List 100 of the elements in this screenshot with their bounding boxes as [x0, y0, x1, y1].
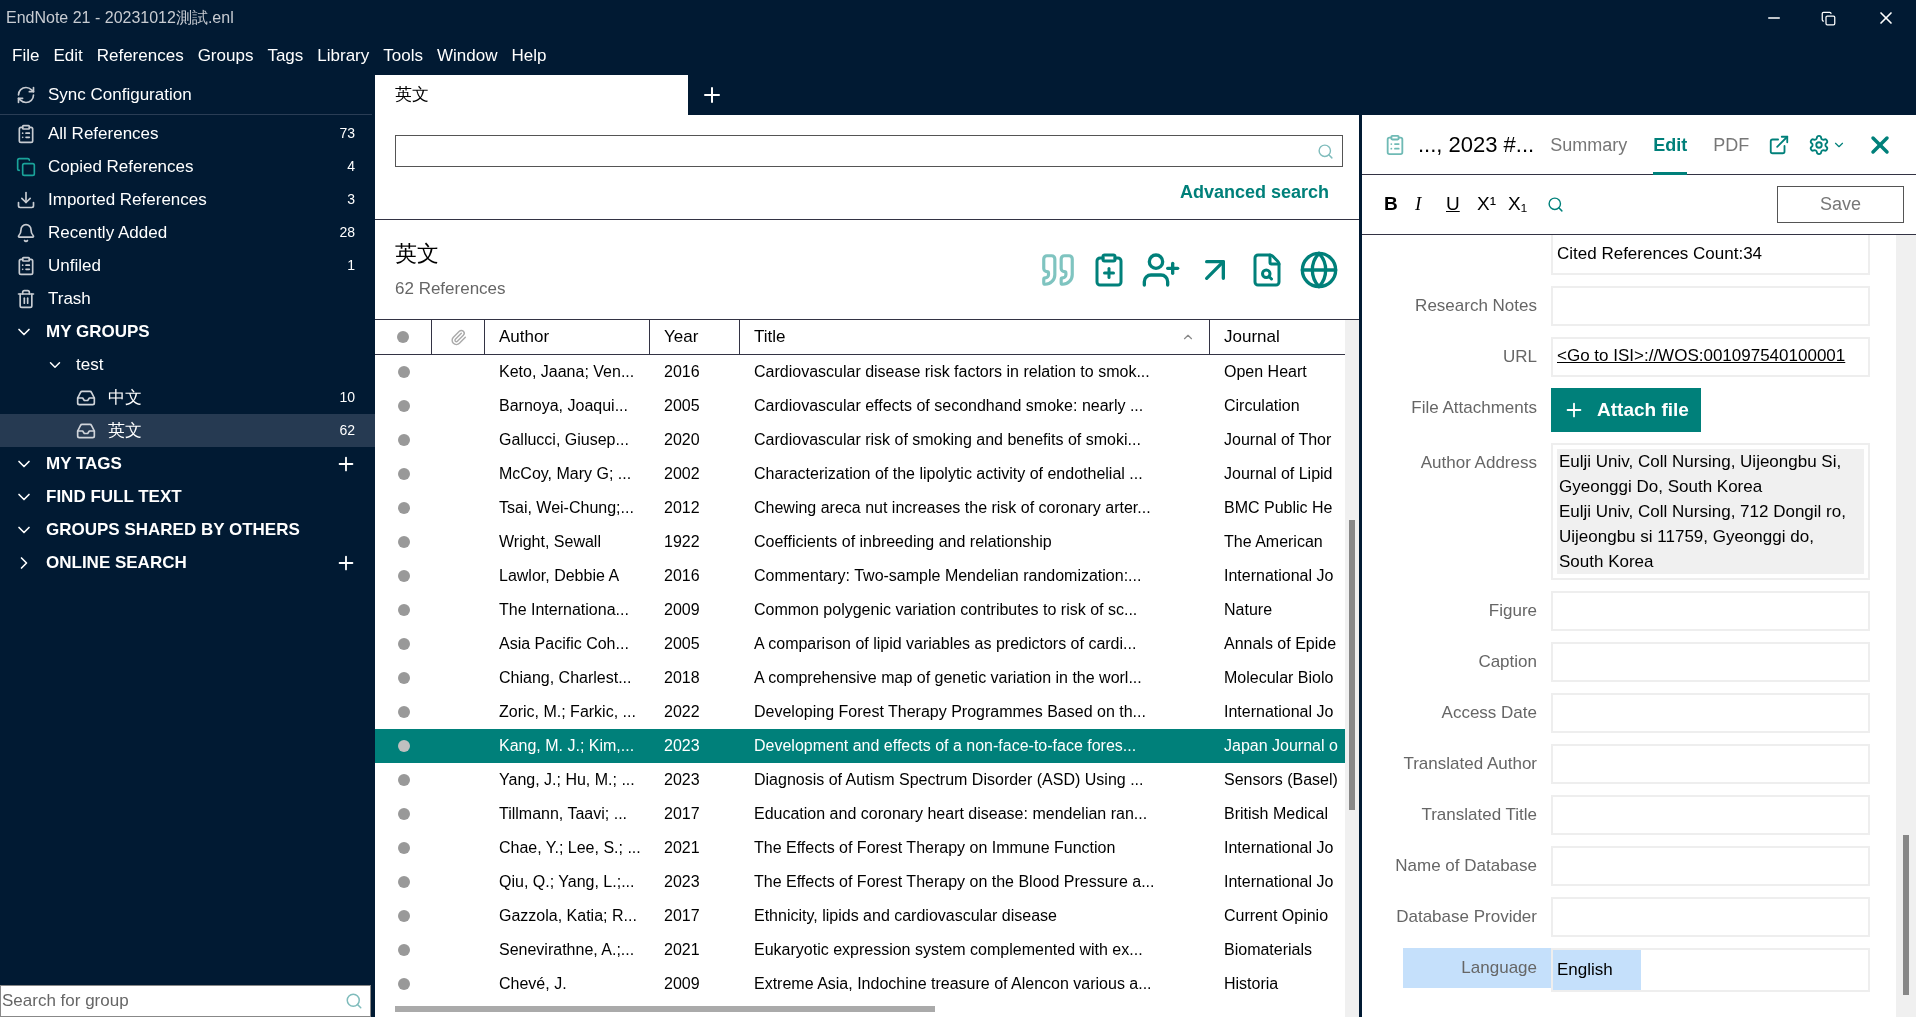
- settings-icon[interactable]: [1808, 133, 1830, 156]
- field-input[interactable]: Cited References Count:34: [1551, 235, 1870, 275]
- menu-item[interactable]: Library: [317, 42, 370, 69]
- vertical-scrollbar[interactable]: [1349, 520, 1355, 810]
- title-cell: Diagnosis of Autism Spectrum Disorder (ASD) Using ...: [754, 771, 1144, 788]
- collection-label: Copied References: [48, 155, 194, 178]
- menu-item[interactable]: Tools: [383, 42, 423, 69]
- title-cell: Characterization of the lipolytic activity of endothelial ...: [754, 465, 1143, 482]
- section-heading[interactable]: FIND FULL TEXT: [46, 483, 182, 510]
- menu-item[interactable]: Edit: [53, 42, 83, 69]
- read-status-icon[interactable]: [397, 331, 409, 343]
- journal-cell: Sensors (Basel): [1224, 771, 1338, 788]
- reference-row[interactable]: Barnoya, Joaqui... 2005 Cardiovascular effects of secondhand smoke: nearly ... Circulation: [375, 389, 1345, 423]
- paperclip-icon[interactable]: [449, 328, 467, 346]
- section-heading[interactable]: MY TAGS: [46, 450, 122, 477]
- collection-label: Trash: [48, 287, 91, 310]
- group-label: 英文: [108, 419, 142, 442]
- reference-row[interactable]: Kang, M. J.; Kim,... 2023 Development and effects of a non-face-to-face fores... Japan Journal o: [375, 729, 1345, 763]
- reference-row[interactable]: Chae, Y.; Lee, S.; ... 2021 The Effects of Forest Therapy on Immune Function International Jo: [375, 831, 1345, 865]
- format-button[interactable]: X₁: [1508, 190, 1539, 219]
- reference-row[interactable]: Lawlor, Debbie A 2016 Commentary: Two-sample Mendelian randomization:... International Jo: [375, 559, 1345, 593]
- reference-collection-item[interactable]: All References 73: [0, 117, 375, 150]
- restore-icon[interactable]: [1821, 10, 1836, 26]
- group-search-field[interactable]: Search for group: [0, 985, 371, 1017]
- download-icon: [16, 189, 36, 210]
- author-cell: Zoric, M.; Farkic, ...: [499, 703, 636, 720]
- panel-tab[interactable]: Edit: [1653, 114, 1688, 175]
- column-header[interactable]: Author: [485, 320, 650, 354]
- reference-row[interactable]: Zoric, M.; Farkic, ... 2022 Developing Forest Therapy Programmes Based on th... International Jo: [375, 695, 1345, 729]
- advanced-search-link[interactable]: Advanced search: [1179, 179, 1329, 206]
- attach-file-button[interactable]: Attach file: [1551, 388, 1701, 432]
- vertical-scrollbar[interactable]: [1903, 835, 1909, 995]
- reference-row[interactable]: McCoy, Mary G; ... 2002 Characterization of the lipolytic activity of endothelial ... Journal of Lipid: [375, 457, 1345, 491]
- reference-row[interactable]: The Internationa... 2009 Common polygenic variation contributes to risk of sc... Nature: [375, 593, 1345, 627]
- column-header[interactable]: Title: [740, 320, 1210, 354]
- author-address-value[interactable]: Eulji Univ, Coll Nursing, Uijeongbu Si, Gyeonggi Do, South Korea Eulji Univ, Coll Nursing, 712 Dongil ro, Uijeongbu si 11759, Gyeonggi do, South Korea: [1557, 449, 1864, 574]
- menu-item[interactable]: File: [12, 42, 40, 69]
- author-cell: Wright, Sewall: [499, 533, 601, 550]
- year-cell: 2017: [664, 805, 700, 822]
- year-cell: 2012: [664, 499, 700, 516]
- menu-item[interactable]: Tags: [267, 42, 304, 69]
- title-cell: A comparison of lipid variables as predictors of cardi...: [754, 635, 1137, 652]
- save-button[interactable]: Save: [1777, 186, 1904, 223]
- menu-item[interactable]: References: [96, 42, 184, 69]
- year-cell: 2023: [664, 873, 700, 890]
- section-heading[interactable]: ONLINE SEARCH: [46, 549, 187, 576]
- menu-item[interactable]: Groups: [197, 42, 254, 69]
- reference-row[interactable]: Wright, Sewall 1922 Coefficients of inbreeding and relationship The American: [375, 525, 1345, 559]
- section-heading[interactable]: GROUPS SHARED BY OTHERS: [46, 516, 300, 543]
- title-cell: Cardiovascular effects of secondhand smoke: nearly ...: [754, 397, 1144, 414]
- reference-row[interactable]: Keto, Jaana; Ven... 2016 Cardiovascular disease risk factors in relation to smok... Open Heart: [375, 355, 1345, 389]
- reference-row[interactable]: Qiu, Q.; Yang, L.;... 2023 The Effects of Forest Therapy on the Blood Pressure a... International Jo: [375, 865, 1345, 899]
- group-set-label[interactable]: test: [76, 351, 104, 378]
- format-button[interactable]: I: [1415, 190, 1446, 219]
- column-header[interactable]: Journal: [1210, 320, 1345, 354]
- format-button[interactable]: B: [1384, 190, 1415, 219]
- section-heading[interactable]: MY GROUPS: [46, 318, 150, 345]
- journal-cell: Open Heart: [1224, 363, 1307, 380]
- reference-row[interactable]: Chiang, Charlest... 2018 A comprehensive map of genetic variation in the worl... Molecular Biolo: [375, 661, 1345, 695]
- column-header[interactable]: Year: [650, 320, 740, 354]
- reference-row[interactable]: Chevé, J. 2009 Extreme Asia, Indochine treasure of Alencon various a... Historia: [375, 967, 1345, 1001]
- reference-row[interactable]: Tsai, Wei-Chung;... 2012 Chewing areca nut increases the risk of coronary arter... BMC Public He: [375, 491, 1345, 525]
- author-cell: Chevé, J.: [499, 975, 567, 992]
- journal-cell: Biomaterials: [1224, 941, 1313, 958]
- menu-item[interactable]: Help: [511, 42, 547, 69]
- format-button[interactable]: X¹: [1477, 190, 1508, 219]
- panel-tab[interactable]: PDF: [1713, 114, 1750, 175]
- reference-collection-item[interactable]: Imported References 3: [0, 183, 375, 216]
- reference-collection-item[interactable]: Copied References 4: [0, 150, 375, 183]
- reference-row[interactable]: Gallucci, Giusep... 2020 Cardiovascular risk of smoking and benefits of smoki... Journal of Thor: [375, 423, 1345, 457]
- external-link-icon[interactable]: [1768, 133, 1790, 156]
- year-cell: 2021: [664, 941, 700, 958]
- globe-icon[interactable]: [1299, 249, 1339, 290]
- sync-configuration[interactable]: Sync Configuration: [48, 81, 192, 108]
- reference-collection-item[interactable]: Unfiled 1: [0, 249, 375, 282]
- clipboard-icon: [1384, 132, 1406, 157]
- reference-row[interactable]: Yang, J.; Hu, M.; ... 2023 Diagnosis of Autism Spectrum Disorder (ASD) Using ... Sensors (Basel): [375, 763, 1345, 797]
- search-icon[interactable]: [1547, 196, 1564, 213]
- year-cell: 2017: [664, 907, 700, 924]
- field-input[interactable]: English: [1551, 948, 1870, 992]
- format-button[interactable]: U: [1446, 190, 1477, 219]
- group-item[interactable]: 中文 10: [0, 381, 375, 414]
- group-item[interactable]: 英文 62: [0, 414, 375, 447]
- field-label: Research Notes: [1415, 295, 1537, 317]
- reference-collection-item[interactable]: Trash: [0, 282, 375, 315]
- author-cell: Qiu, Q.; Yang, L.;...: [499, 873, 635, 890]
- reference-count: 62 References: [395, 278, 506, 301]
- collection-count: 3: [347, 190, 355, 209]
- horizontal-scrollbar[interactable]: [395, 1006, 935, 1012]
- reference-row[interactable]: Senevirathne, A.;... 2021 Eukaryotic expression system complemented with ex... Biomaterials: [375, 933, 1345, 967]
- search-field[interactable]: [395, 135, 1343, 167]
- reference-row[interactable]: Tillmann, Taavi; ... 2017 Education and coronary heart disease: mendelian ran... British Medical: [375, 797, 1345, 831]
- reference-row[interactable]: Asia Pacific Coh... 2005 A comparison of lipid variables as predictors of cardi... Annals of Epide: [375, 627, 1345, 661]
- panel-tab[interactable]: Summary: [1550, 114, 1628, 175]
- library-tab[interactable]: 英文: [375, 75, 688, 115]
- group-label: 中文: [108, 386, 142, 409]
- reference-row[interactable]: Gazzola, Katia; R... 2017 Ethnicity, lipids and cardiovascular disease Current Opinio: [375, 899, 1345, 933]
- menu-item[interactable]: Window: [436, 42, 498, 69]
- collection-count: 4: [347, 157, 355, 176]
- reference-collection-item[interactable]: Recently Added 28: [0, 216, 375, 249]
